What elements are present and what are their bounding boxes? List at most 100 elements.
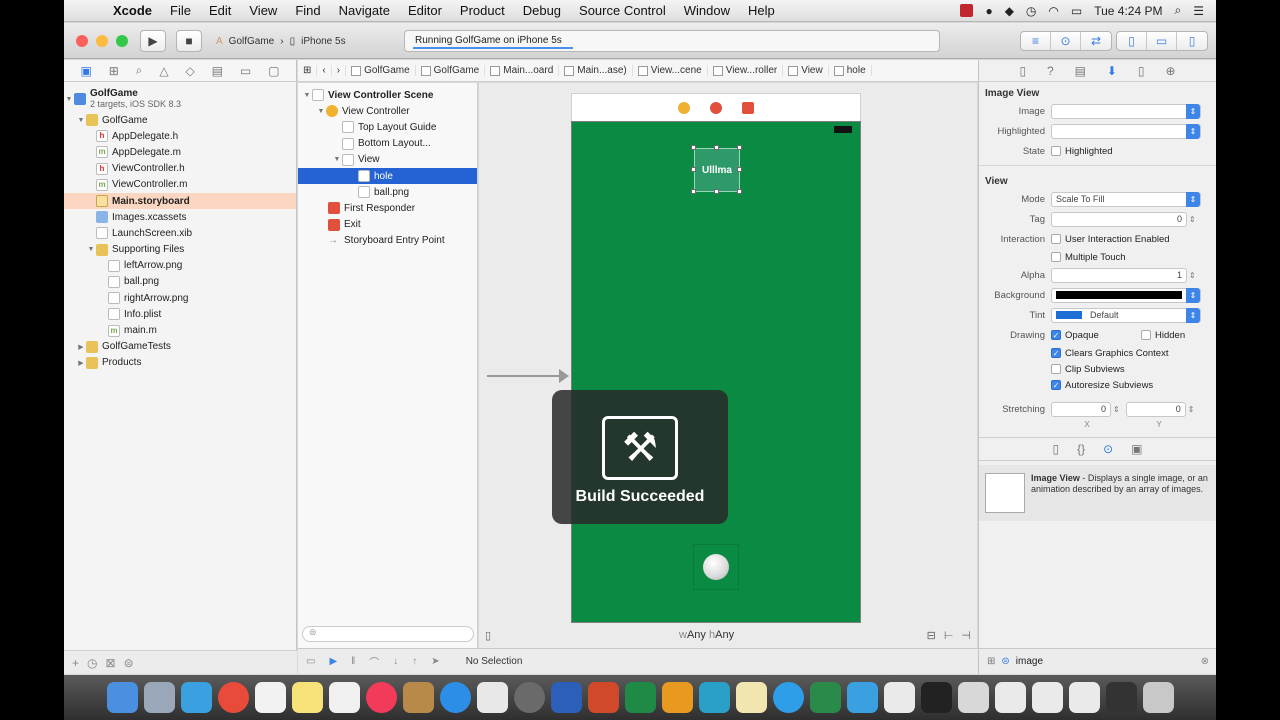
system-preferences-icon[interactable] <box>513 682 545 713</box>
entry-point-arrow[interactable] <box>487 369 569 383</box>
disclosure-closed-icon[interactable]: ▶ <box>76 343 86 351</box>
debug-area-toggle-icon[interactable]: ▭ <box>306 656 315 667</box>
stretch-x-field[interactable]: 0 <box>1051 401 1111 417</box>
view-controller-view[interactable]: Ulllma <box>571 121 861 623</box>
warning-icon[interactable]: △ <box>159 64 168 78</box>
outline-filter[interactable]: ⊜ <box>298 622 478 646</box>
tree-row-rightarrow[interactable]: rightArrow.png <box>64 290 296 306</box>
resize-handle[interactable] <box>737 145 742 150</box>
menu-clock[interactable]: Tue 4:24 PM <box>1094 4 1162 18</box>
disclosure-open-icon[interactable]: ▼ <box>64 96 74 103</box>
crumb-scene[interactable]: View...cene <box>633 65 708 76</box>
autoresize-checkbox[interactable]: ✓ <box>1051 380 1061 390</box>
menu-file[interactable]: File <box>161 3 200 18</box>
tree-row-main-m[interactable]: m main.m <box>64 322 296 338</box>
menu-editor[interactable]: Editor <box>399 3 451 18</box>
debug-icon[interactable]: ▤ <box>212 64 223 78</box>
document-icon[interactable] <box>883 682 915 713</box>
location-icon[interactable]: ➤ <box>431 656 439 667</box>
document-icon[interactable] <box>1031 682 1063 713</box>
stop-button[interactable]: ■ <box>176 30 202 52</box>
tree-row-project[interactable]: ▼ GolfGame 2 targets, iOS SDK 8.3 <box>64 86 296 112</box>
folder-icon[interactable]: ▣ <box>80 64 91 78</box>
menu-app-name[interactable]: Xcode <box>104 3 161 18</box>
user-interaction-checkbox[interactable] <box>1051 234 1061 244</box>
media-library-icon[interactable]: ▣ <box>1131 442 1142 456</box>
multiple-touch-checkbox[interactable] <box>1051 252 1061 262</box>
quick-help-icon[interactable]: ? <box>1047 64 1054 78</box>
notes-icon[interactable] <box>291 682 323 713</box>
navigator-toggle-icon[interactable]: ▯ <box>1117 32 1147 50</box>
launchpad-icon[interactable] <box>143 682 175 713</box>
console-icon[interactable] <box>1105 682 1137 713</box>
tree-row-ball[interactable]: ball.png <box>64 274 296 290</box>
stepper-icon[interactable]: ⇕ <box>1189 271 1196 280</box>
tree-row-appdelegate-h[interactable]: h AppDelegate.h <box>64 128 296 144</box>
pause-icon[interactable]: ‖ <box>351 656 355 667</box>
size-inspector-icon[interactable]: ▯ <box>1138 64 1145 78</box>
run-button[interactable]: ▶ <box>140 30 166 52</box>
close-window-icon[interactable] <box>76 35 88 47</box>
stepper-icon[interactable]: ⇕ <box>1188 405 1195 414</box>
step-out-icon[interactable]: ↑ <box>412 656 417 667</box>
menu-debug[interactable]: Debug <box>514 3 570 18</box>
step-in-icon[interactable]: ↓ <box>393 656 398 667</box>
trash-icon[interactable] <box>1142 682 1174 713</box>
tree-row-appdelegate-m[interactable]: m AppDelegate.m <box>64 144 296 160</box>
utilities-toggle-icon[interactable]: ▯ <box>1177 32 1207 50</box>
resize-handle[interactable] <box>737 167 742 172</box>
tag-field[interactable]: 0 <box>1051 211 1187 227</box>
wifi-icon[interactable]: ◠ <box>1048 4 1058 18</box>
disclosure-open-icon[interactable]: ▼ <box>332 156 342 163</box>
library-filter-input[interactable]: image <box>1016 656 1043 667</box>
ibooks-icon[interactable] <box>402 682 434 713</box>
report-icon[interactable]: ▢ <box>268 64 279 78</box>
tree-row-images-xcassets[interactable]: Images.xcassets <box>64 209 296 225</box>
filter-field-icon[interactable]: ⊜ <box>124 656 134 670</box>
resize-handle[interactable] <box>691 167 696 172</box>
crumb-hole[interactable]: hole <box>829 65 872 76</box>
identity-inspector-icon[interactable]: ▤ <box>1075 64 1086 78</box>
tree-row-viewcontroller-m[interactable]: m ViewController.m <box>64 177 296 193</box>
calendar-icon[interactable] <box>254 682 286 713</box>
step-over-icon[interactable]: ⌒ <box>369 654 379 669</box>
menu-source-control[interactable]: Source Control <box>570 3 675 18</box>
minimize-window-icon[interactable] <box>96 35 108 47</box>
highlighted-combo[interactable] <box>1051 123 1201 139</box>
filter-icon[interactable]: ⊠ <box>106 656 116 670</box>
opaque-checkbox[interactable]: ✓ <box>1051 330 1061 340</box>
zoom-window-icon[interactable] <box>116 35 128 47</box>
clears-context-checkbox[interactable]: ✓ <box>1051 348 1061 358</box>
highlighted-checkbox[interactable] <box>1051 146 1061 156</box>
record-icon[interactable] <box>960 4 974 17</box>
symbol-icon[interactable]: ⊞ <box>109 64 119 78</box>
window-icon[interactable] <box>957 682 989 713</box>
attributes-inspector-icon[interactable]: ⬇ <box>1107 64 1117 78</box>
crumb-base[interactable]: Main...ase) <box>559 65 633 76</box>
outline-exit[interactable]: Exit <box>298 217 477 233</box>
clip-subviews-checkbox[interactable] <box>1051 364 1061 374</box>
chat-icon[interactable]: ● <box>985 4 992 18</box>
app-store-icon[interactable] <box>439 682 471 713</box>
scheme-selector[interactable]: A GolfGame › ▯ iPhone 5s <box>216 32 346 50</box>
spotlight-icon[interactable]: ⌕ <box>1175 3 1182 18</box>
menu-help[interactable]: Help <box>739 3 784 18</box>
ball-image[interactable] <box>703 554 729 580</box>
assistant-editor-icon[interactable]: ⊙ <box>1051 32 1081 50</box>
version-editor-icon[interactable]: ⇄ <box>1081 32 1111 50</box>
align-icon[interactable]: ⊟ <box>927 629 936 642</box>
file-template-icon[interactable]: ▯ <box>1052 442 1059 456</box>
hole-image-view[interactable]: Ulllma <box>694 148 740 192</box>
disclosure-open-icon[interactable]: ▼ <box>86 246 96 253</box>
finder-icon[interactable] <box>106 682 138 713</box>
view-controller-icon[interactable] <box>678 101 690 114</box>
time-machine-icon[interactable]: ◷ <box>1026 4 1036 18</box>
tree-row-golfgame[interactable]: ▼ GolfGame <box>64 112 296 128</box>
battery-icon[interactable]: ▭ <box>1071 4 1082 18</box>
outline-view[interactable]: ▼ View <box>298 152 477 168</box>
chrome-icon[interactable] <box>217 682 249 713</box>
tree-row-viewcontroller-h[interactable]: h ViewController.h <box>64 161 296 177</box>
stretch-y-field[interactable]: 0 <box>1125 401 1186 417</box>
tint-popup[interactable]: Default <box>1051 307 1201 323</box>
document-icon[interactable] <box>994 682 1026 713</box>
